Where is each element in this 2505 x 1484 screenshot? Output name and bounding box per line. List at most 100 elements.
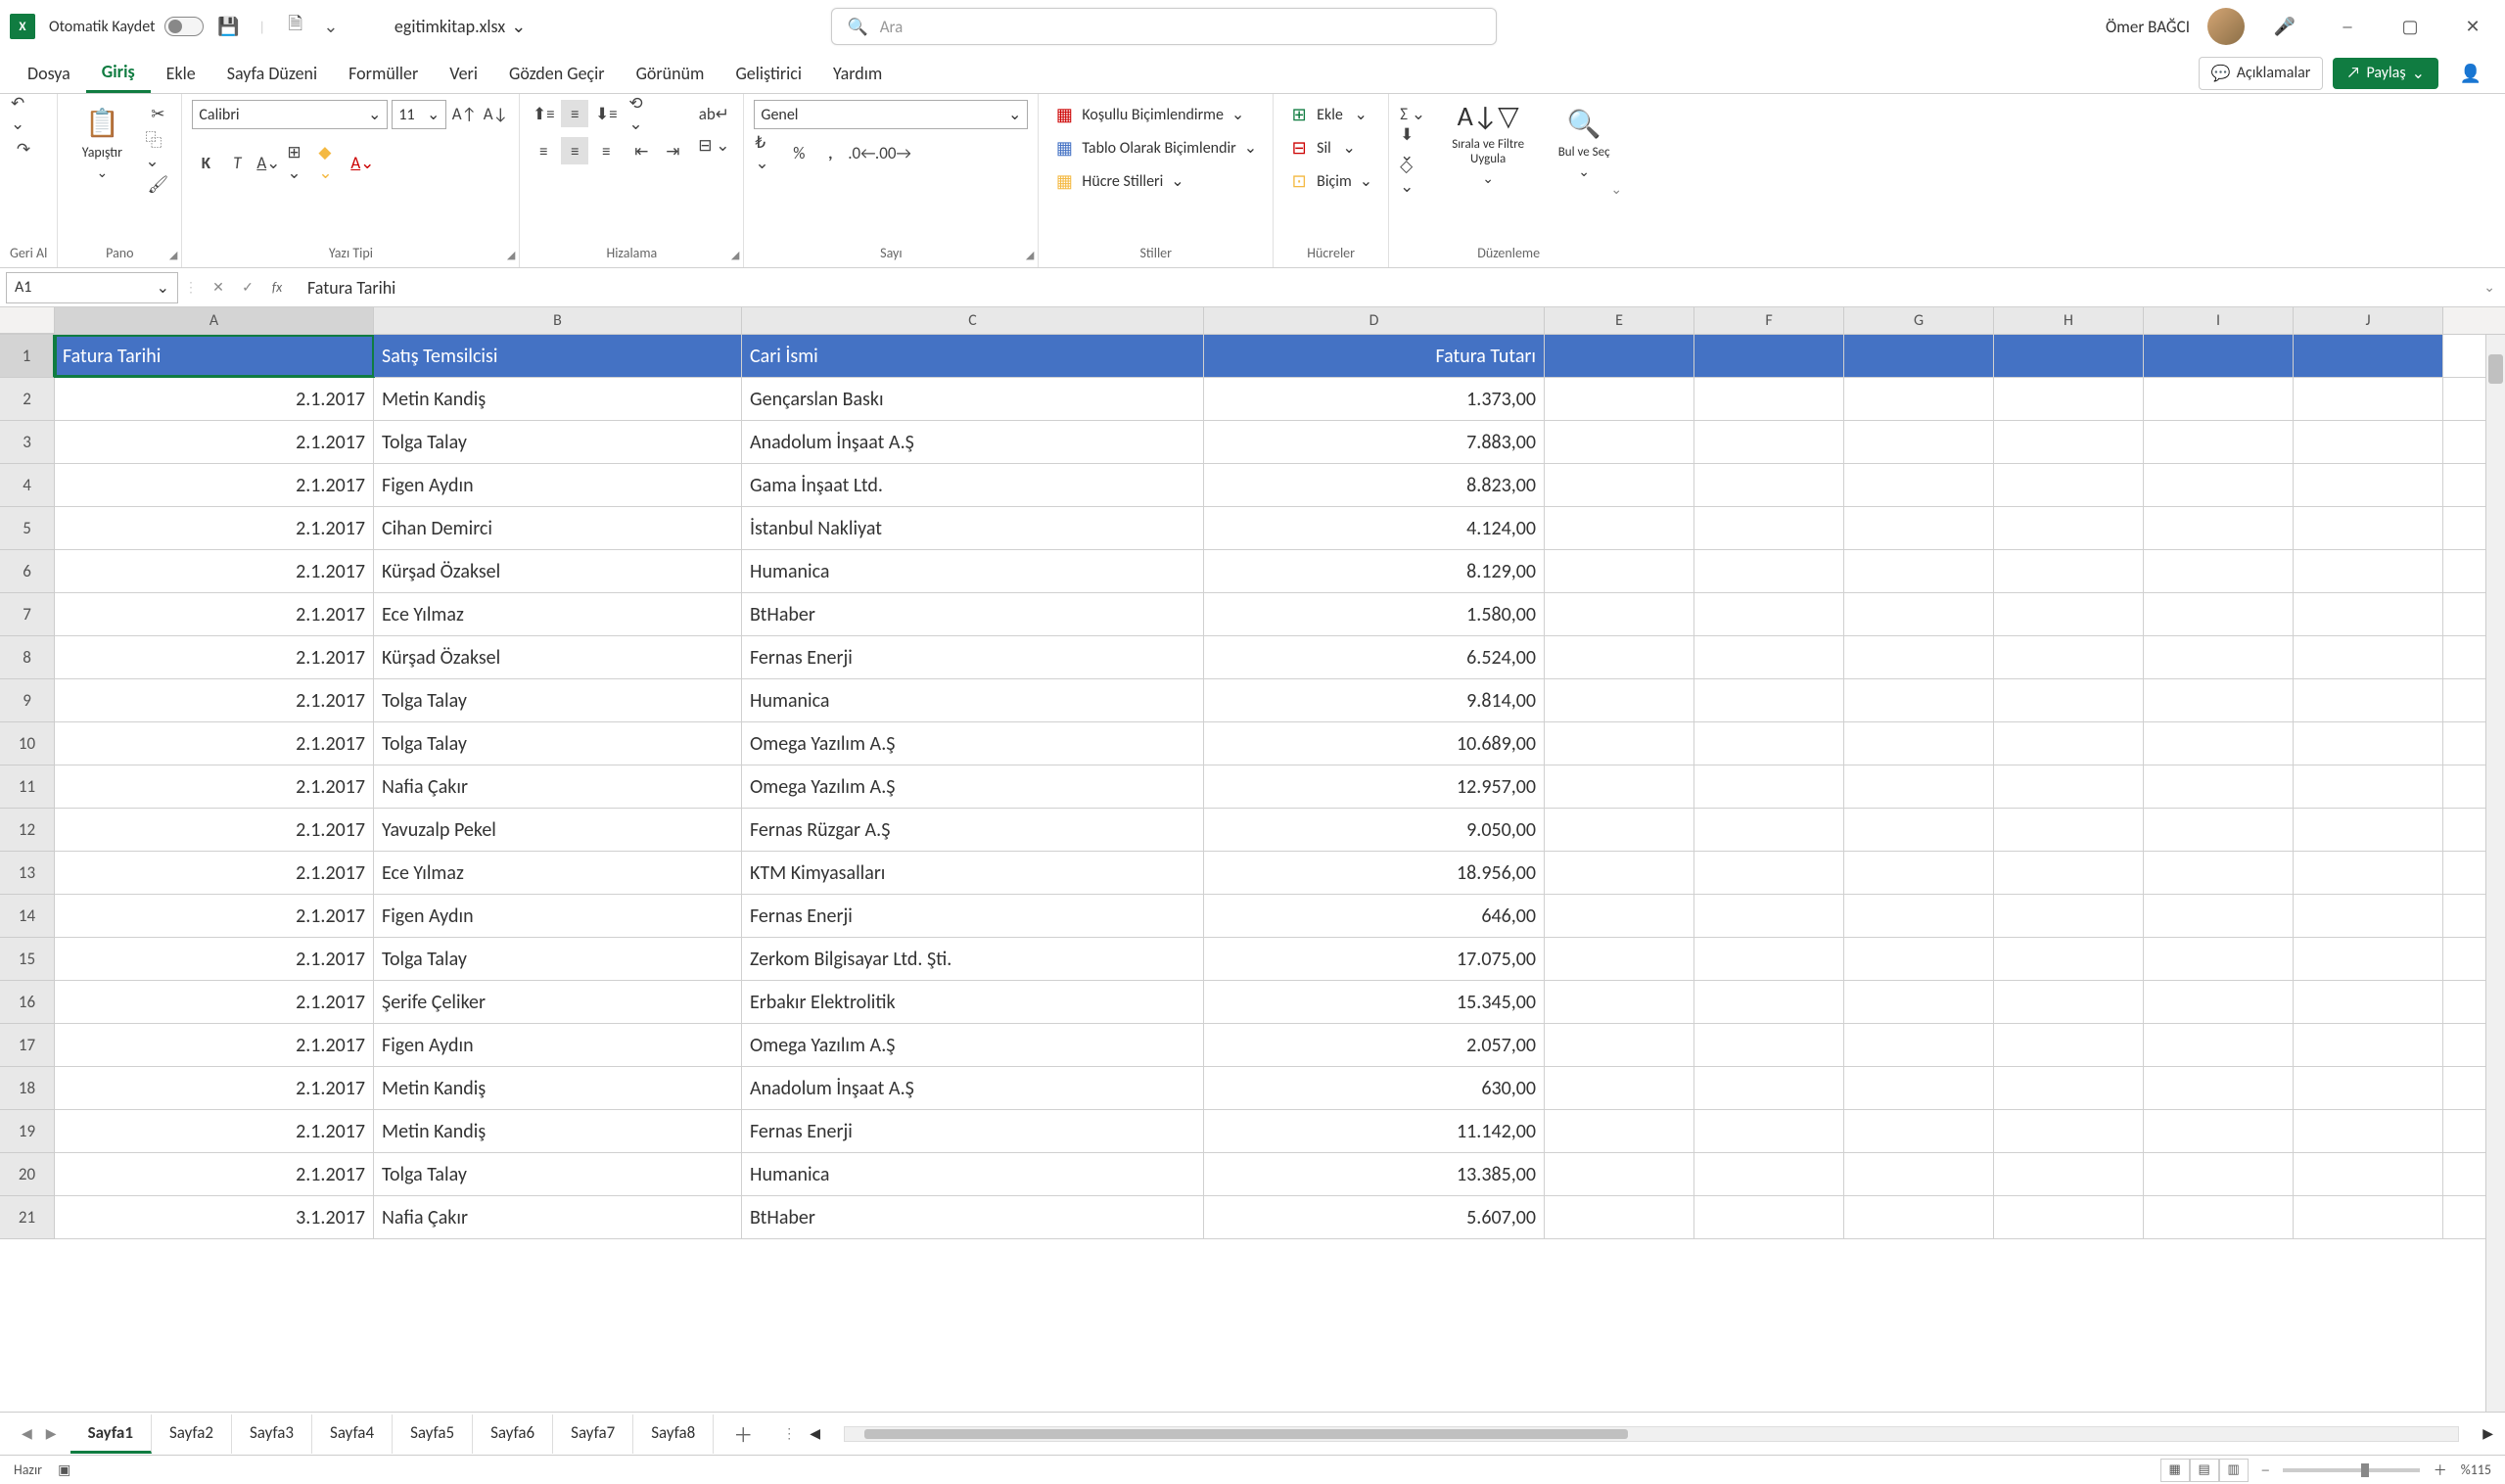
row-header[interactable]: 9 bbox=[0, 679, 55, 722]
zoom-slider[interactable] bbox=[2283, 1468, 2420, 1472]
cell[interactable] bbox=[1844, 1196, 1994, 1238]
cell[interactable] bbox=[1545, 938, 1694, 980]
qat-dropdown-icon[interactable]: ⌄ bbox=[320, 16, 342, 37]
cell[interactable]: KTM Kimyasalları bbox=[742, 852, 1204, 894]
cell[interactable] bbox=[1994, 464, 2144, 506]
clear-button[interactable]: ◇ ⌄ bbox=[1399, 162, 1426, 190]
cell[interactable] bbox=[1545, 981, 1694, 1023]
sheet-tab[interactable]: Sayfa7 bbox=[553, 1414, 633, 1454]
cell[interactable] bbox=[2294, 593, 2443, 635]
cell[interactable] bbox=[2144, 550, 2294, 592]
cell[interactable]: 2.1.2017 bbox=[55, 507, 374, 549]
row-header[interactable]: 14 bbox=[0, 895, 55, 938]
cell[interactable] bbox=[1694, 938, 1844, 980]
row-header[interactable]: 21 bbox=[0, 1196, 55, 1239]
font-name-select[interactable]: Calibri⌄ bbox=[192, 100, 388, 129]
cell[interactable]: Fernas Enerji bbox=[742, 895, 1204, 937]
currency-button[interactable]: ₺ ⌄ bbox=[754, 139, 781, 166]
cell[interactable] bbox=[1694, 809, 1844, 851]
cell[interactable]: Omega Yazılım A.Ş bbox=[742, 765, 1204, 808]
vertical-scrollbar[interactable] bbox=[2485, 335, 2505, 1412]
cell[interactable] bbox=[2144, 1067, 2294, 1109]
grid[interactable]: ABCDEFGHIJ 12345678910111213141516171819… bbox=[0, 307, 2505, 1412]
row-header[interactable]: 11 bbox=[0, 765, 55, 809]
cell[interactable] bbox=[1545, 378, 1694, 420]
cell[interactable] bbox=[1844, 464, 1994, 506]
cell[interactable]: Fatura Tutarı bbox=[1204, 335, 1545, 377]
cell[interactable]: 7.883,00 bbox=[1204, 421, 1545, 463]
cell[interactable] bbox=[2294, 1024, 2443, 1066]
cell[interactable] bbox=[1694, 507, 1844, 549]
comma-button[interactable]: , bbox=[816, 139, 844, 166]
col-header-G[interactable]: G bbox=[1844, 307, 1994, 334]
cell[interactable]: 646,00 bbox=[1204, 895, 1545, 937]
cell[interactable] bbox=[1994, 852, 2144, 894]
fx-icon[interactable]: fx bbox=[264, 279, 290, 296]
minimize-button[interactable]: ─ bbox=[2325, 11, 2370, 42]
cell[interactable]: Metin Kandiş bbox=[374, 1067, 742, 1109]
cell[interactable]: 18.956,00 bbox=[1204, 852, 1545, 894]
cell[interactable]: BtHaber bbox=[742, 593, 1204, 635]
cell[interactable]: 2.1.2017 bbox=[55, 1153, 374, 1195]
cell[interactable]: Humanica bbox=[742, 679, 1204, 721]
cell[interactable] bbox=[1694, 1024, 1844, 1066]
cell[interactable]: Anadolum İnşaat A.Ş bbox=[742, 421, 1204, 463]
cell[interactable] bbox=[2294, 722, 2443, 765]
row-header[interactable]: 7 bbox=[0, 593, 55, 636]
row-header[interactable]: 6 bbox=[0, 550, 55, 593]
cell[interactable] bbox=[1844, 1110, 1994, 1152]
cell[interactable] bbox=[2294, 852, 2443, 894]
row-header[interactable]: 5 bbox=[0, 507, 55, 550]
cell[interactable]: Omega Yazılım A.Ş bbox=[742, 722, 1204, 765]
row-header[interactable]: 1 bbox=[0, 335, 55, 378]
cell[interactable]: 17.075,00 bbox=[1204, 938, 1545, 980]
macro-icon[interactable]: ▣ bbox=[58, 1461, 70, 1478]
dialog-launcher-icon[interactable]: ◢ bbox=[169, 249, 177, 261]
cell[interactable] bbox=[2294, 335, 2443, 377]
cell[interactable]: 2.057,00 bbox=[1204, 1024, 1545, 1066]
sheet-tab[interactable]: Sayfa1 bbox=[70, 1414, 152, 1454]
cell[interactable] bbox=[1844, 1067, 1994, 1109]
cell[interactable] bbox=[1694, 378, 1844, 420]
cell[interactable] bbox=[1545, 765, 1694, 808]
cell[interactable]: 8.823,00 bbox=[1204, 464, 1545, 506]
row-header[interactable]: 12 bbox=[0, 809, 55, 852]
cell[interactable] bbox=[1545, 895, 1694, 937]
cell[interactable]: Figen Aydın bbox=[374, 1024, 742, 1066]
sheet-tab[interactable]: Sayfa3 bbox=[232, 1414, 312, 1454]
cell[interactable]: Ece Yılmaz bbox=[374, 593, 742, 635]
col-header-H[interactable]: H bbox=[1994, 307, 2144, 334]
tab-data[interactable]: Veri bbox=[434, 55, 493, 92]
scroll-right-button[interactable]: ▶ bbox=[2482, 1425, 2493, 1442]
cell[interactable] bbox=[2294, 378, 2443, 420]
sheet-tab[interactable]: Sayfa5 bbox=[393, 1414, 473, 1454]
cell[interactable]: Nafia Çakır bbox=[374, 765, 742, 808]
fill-button[interactable]: ⬇ ⌄ bbox=[1399, 131, 1426, 159]
cell[interactable]: 15.345,00 bbox=[1204, 981, 1545, 1023]
tab-formulas[interactable]: Formüller bbox=[333, 55, 434, 92]
avatar[interactable] bbox=[2207, 8, 2245, 45]
row-header[interactable]: 10 bbox=[0, 722, 55, 765]
zoom-in-button[interactable]: ＋ bbox=[2434, 1461, 2447, 1480]
format-cells-button[interactable]: ⊡Biçim ⌄ bbox=[1283, 166, 1378, 196]
cell[interactable] bbox=[1994, 550, 2144, 592]
cell[interactable] bbox=[2144, 378, 2294, 420]
cell[interactable] bbox=[1844, 852, 1994, 894]
cell[interactable] bbox=[1844, 550, 1994, 592]
cell[interactable]: Fatura Tarihi bbox=[55, 335, 374, 377]
cell[interactable]: Gama İnşaat Ltd. bbox=[742, 464, 1204, 506]
cell[interactable] bbox=[1694, 1067, 1844, 1109]
cell[interactable] bbox=[1694, 593, 1844, 635]
cell[interactable] bbox=[1844, 507, 1994, 549]
cell[interactable] bbox=[2144, 852, 2294, 894]
cell[interactable] bbox=[1844, 809, 1994, 851]
cell[interactable] bbox=[1545, 722, 1694, 765]
cell[interactable] bbox=[2144, 938, 2294, 980]
row-header[interactable]: 18 bbox=[0, 1067, 55, 1110]
cell[interactable]: Tolga Talay bbox=[374, 722, 742, 765]
underline-button[interactable]: A ⌄ bbox=[255, 149, 282, 176]
cell[interactable] bbox=[2294, 895, 2443, 937]
autosave-toggle[interactable]: Otomatik Kaydet bbox=[49, 17, 204, 36]
share-button[interactable]: ↗ Paylaş ⌄ bbox=[2333, 58, 2438, 89]
cell[interactable]: Cari İsmi bbox=[742, 335, 1204, 377]
